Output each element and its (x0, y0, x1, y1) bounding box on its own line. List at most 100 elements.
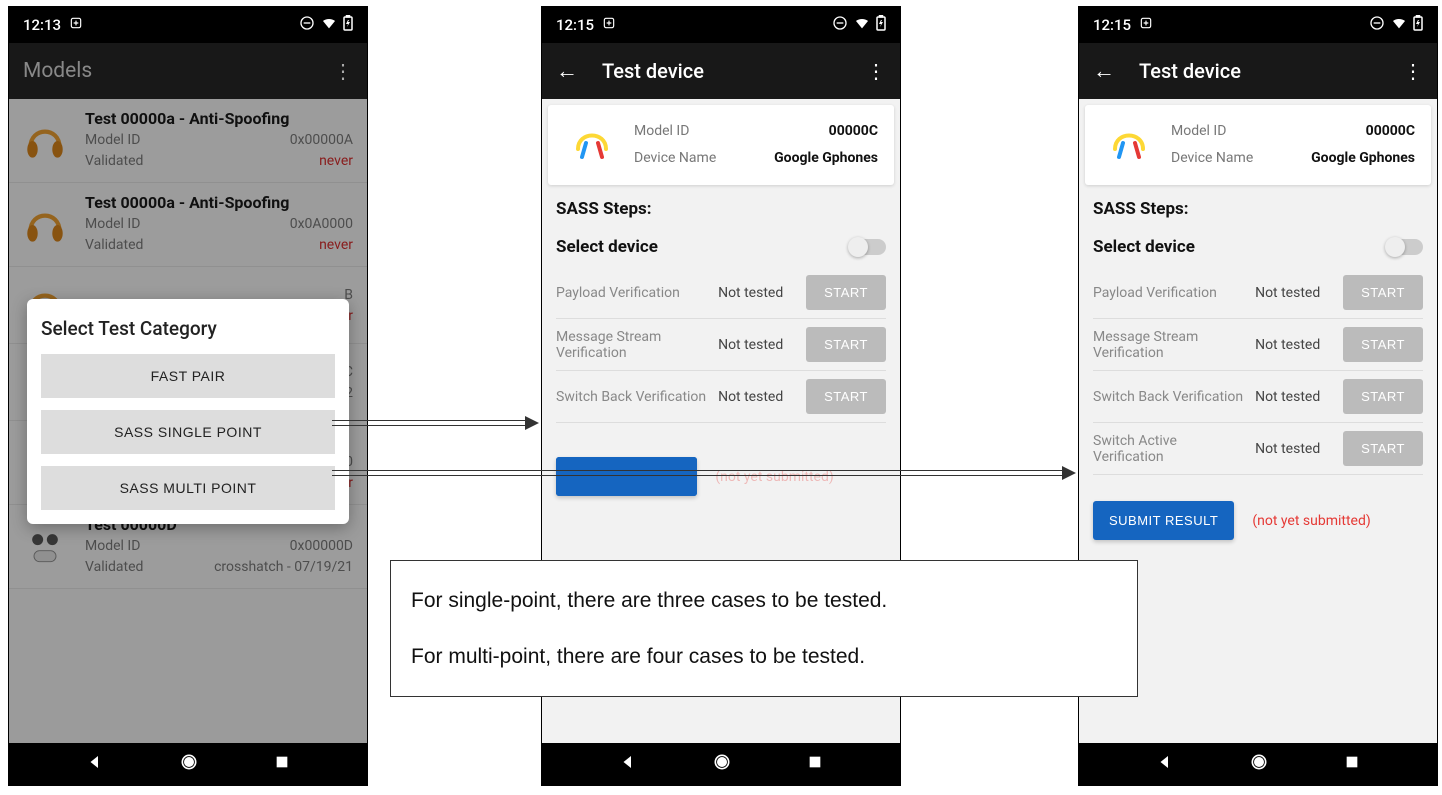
back-icon[interactable]: ← (1093, 58, 1115, 84)
nav-back-icon[interactable] (86, 753, 104, 775)
nav-recent-icon[interactable] (1344, 754, 1360, 774)
notification-icon (69, 16, 83, 34)
test-status: Not tested (1255, 337, 1335, 353)
test-status: Not tested (1255, 285, 1335, 301)
nav-bar (9, 743, 367, 785)
status-bar: 12:13 (9, 7, 367, 43)
nav-home-icon[interactable] (712, 752, 732, 776)
test-name: Switch Active Verification (1093, 433, 1247, 465)
sass-multi-point-button[interactable]: SASS MULTI POINT (41, 466, 335, 510)
test-status: Not tested (718, 285, 798, 301)
status-time: 12:15 (556, 16, 594, 34)
modal-overlay[interactable]: Select Test Category FAST PAIR SASS SING… (9, 99, 367, 743)
notification-icon (602, 16, 616, 34)
device-card: Model ID 00000C Device Name Google Gphon… (1085, 105, 1431, 185)
annotation-line-1: For single-point, there are three cases … (411, 585, 1117, 617)
test-list-single: Payload Verification Not tested START Me… (556, 267, 886, 423)
nav-bar (1079, 743, 1437, 785)
more-icon[interactable]: ⋮ (866, 59, 886, 83)
test-status: Not tested (1255, 389, 1335, 405)
device-card: Model ID 00000C Device Name Google Gphon… (548, 105, 894, 185)
phone-models: 12:13 Models ⋮ Test 00000a - Anti-Spoofi… (8, 6, 368, 786)
nav-home-icon[interactable] (179, 752, 199, 776)
model-id-label: Model ID (634, 118, 689, 145)
start-button[interactable]: START (1343, 275, 1423, 310)
status-bar: 12:15 (1079, 7, 1437, 43)
fast-pair-button[interactable]: FAST PAIR (41, 354, 335, 398)
nav-recent-icon[interactable] (807, 754, 823, 774)
select-device-toggle[interactable] (850, 239, 886, 255)
test-row: Switch Back Verification Not tested STAR… (556, 371, 886, 423)
status-bar: 12:15 (542, 7, 900, 43)
dnd-icon (832, 15, 848, 35)
status-time: 12:15 (1093, 16, 1131, 34)
start-button[interactable]: START (806, 327, 886, 362)
select-category-dialog: Select Test Category FAST PAIR SASS SING… (27, 299, 349, 524)
sass-steps-title: SASS Steps: (1093, 199, 1423, 219)
annotation-line-2: For multi-point, there are four cases to… (411, 641, 1117, 673)
test-name: Payload Verification (556, 285, 710, 301)
device-name-value: Google Gphones (774, 145, 878, 172)
app-bar: Models ⋮ (9, 43, 367, 99)
wifi-icon (854, 15, 870, 35)
sass-steps-title: SASS Steps: (556, 199, 886, 219)
select-device-toggle[interactable] (1387, 239, 1423, 255)
start-button[interactable]: START (1343, 379, 1423, 414)
start-button[interactable]: START (806, 275, 886, 310)
test-status: Not tested (718, 337, 798, 353)
battery-icon (876, 15, 886, 35)
app-bar: ← Test device ⋮ (542, 43, 900, 99)
model-id-label: Model ID (1171, 118, 1226, 145)
device-name-label: Device Name (634, 145, 716, 172)
sass-section: SASS Steps: Select device Payload Verifi… (1079, 185, 1437, 475)
device-name-label: Device Name (1171, 145, 1253, 172)
nav-back-icon[interactable] (1156, 753, 1174, 775)
nav-back-icon[interactable] (619, 753, 637, 775)
test-row: Payload Verification Not tested START (1093, 267, 1423, 319)
annotation-box: For single-point, there are three cases … (390, 560, 1138, 697)
test-row: Switch Back Verification Not tested STAR… (1093, 371, 1423, 423)
test-name: Message Stream Verification (556, 329, 710, 361)
page-title: Test device (1139, 59, 1403, 83)
test-status: Not tested (718, 389, 798, 405)
nav-bar (542, 743, 900, 785)
start-button[interactable]: START (1343, 327, 1423, 362)
nav-home-icon[interactable] (1249, 752, 1269, 776)
sass-single-point-button[interactable]: SASS SINGLE POINT (41, 410, 335, 454)
battery-icon (343, 15, 353, 35)
model-id-value: 00000C (829, 118, 878, 145)
headphones-icon (1101, 117, 1157, 173)
test-status: Not tested (1255, 441, 1335, 457)
headphones-icon (564, 117, 620, 173)
dnd-icon (299, 15, 315, 35)
model-id-value: 00000C (1366, 118, 1415, 145)
test-row: Switch Active Verification Not tested ST… (1093, 423, 1423, 475)
page-title: Models (23, 59, 333, 83)
notification-icon (1139, 16, 1153, 34)
status-time: 12:13 (23, 16, 61, 34)
wifi-icon (1391, 15, 1407, 35)
test-row: Message Stream Verification Not tested S… (556, 319, 886, 371)
select-device-label: Select device (1093, 237, 1195, 257)
arrow-single-point (332, 417, 539, 429)
dnd-icon (1369, 15, 1385, 35)
select-device-label: Select device (556, 237, 658, 257)
arrow-multi-point (332, 467, 1076, 479)
test-row: Payload Verification Not tested START (556, 267, 886, 319)
page-title: Test device (602, 59, 866, 83)
content-area: Test 00000a - Anti-Spoofing Model ID0x00… (9, 99, 367, 743)
more-icon[interactable]: ⋮ (333, 59, 353, 83)
test-list-multi: Payload Verification Not tested START Me… (1093, 267, 1423, 475)
start-button[interactable]: START (1343, 431, 1423, 466)
device-name-value: Google Gphones (1311, 145, 1415, 172)
test-name: Switch Back Verification (556, 389, 710, 405)
back-icon[interactable]: ← (556, 58, 578, 84)
wifi-icon (321, 15, 337, 35)
start-button[interactable]: START (806, 379, 886, 414)
submit-result-button[interactable]: SUBMIT RESULT (1093, 501, 1234, 540)
test-row: Message Stream Verification Not tested S… (1093, 319, 1423, 371)
more-icon[interactable]: ⋮ (1403, 59, 1423, 83)
app-bar: ← Test device ⋮ (1079, 43, 1437, 99)
nav-recent-icon[interactable] (274, 754, 290, 774)
test-name: Message Stream Verification (1093, 329, 1247, 361)
